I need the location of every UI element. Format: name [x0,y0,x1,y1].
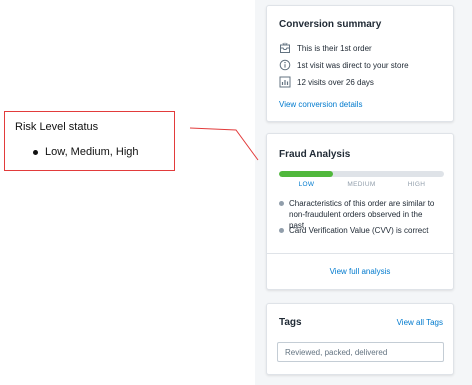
annotation-title: Risk Level status [15,121,99,133]
fraud-analysis-card: Fraud Analysis LOW MEDIUM HIGH Character… [266,133,454,290]
risk-level-medium: MEDIUM [347,181,376,188]
risk-level-meter [279,171,444,177]
tags-card: Tags View all Tags [266,303,454,375]
conversion-item-order: This is their 1st order [279,42,372,54]
risk-level-high: HIGH [407,181,426,188]
fraud-bullet-text: Card Verification Value (CVV) is correct [289,226,429,235]
risk-level-fill [279,171,334,177]
tags-title: Tags [279,317,302,328]
bullet-dot [279,228,284,233]
conversion-item-visits: 12 visits over 26 days [279,76,374,88]
fraud-card-divider [267,253,453,254]
risk-level-low: LOW [298,181,315,188]
order-icon [280,42,290,53]
view-full-analysis-link[interactable]: View full analysis [267,267,453,276]
conversion-item-text: 1st visit was direct to your store [297,60,409,70]
tags-input[interactable] [277,342,444,362]
fraud-bullet-cvv: Card Verification Value (CVV) is correct [279,225,439,236]
view-all-tags-link[interactable]: View all Tags [397,318,443,327]
annotation-bullet: Low, Medium, High [33,146,139,158]
annotation-bullet-text: Low, Medium, High [45,146,139,158]
chart-icon [279,76,291,88]
annotation-callout: Risk Level status Low, Medium, High [4,111,175,171]
bullet-dot [279,201,284,206]
conversion-item-text: This is their 1st order [297,43,372,53]
view-conversion-details-link[interactable]: View conversion details [279,100,362,109]
conversion-item-text: 12 visits over 26 days [297,77,374,87]
conversion-summary-card: Conversion summary This is their 1st ord… [266,5,454,122]
conversion-summary-title: Conversion summary [279,19,382,30]
conversion-item-visit: 1st visit was direct to your store [279,59,409,71]
annotation-bullet-dot [33,150,38,155]
risk-level-labels: LOW MEDIUM HIGH [279,181,444,188]
fraud-analysis-title: Fraud Analysis [279,149,351,160]
info-icon [279,59,291,71]
